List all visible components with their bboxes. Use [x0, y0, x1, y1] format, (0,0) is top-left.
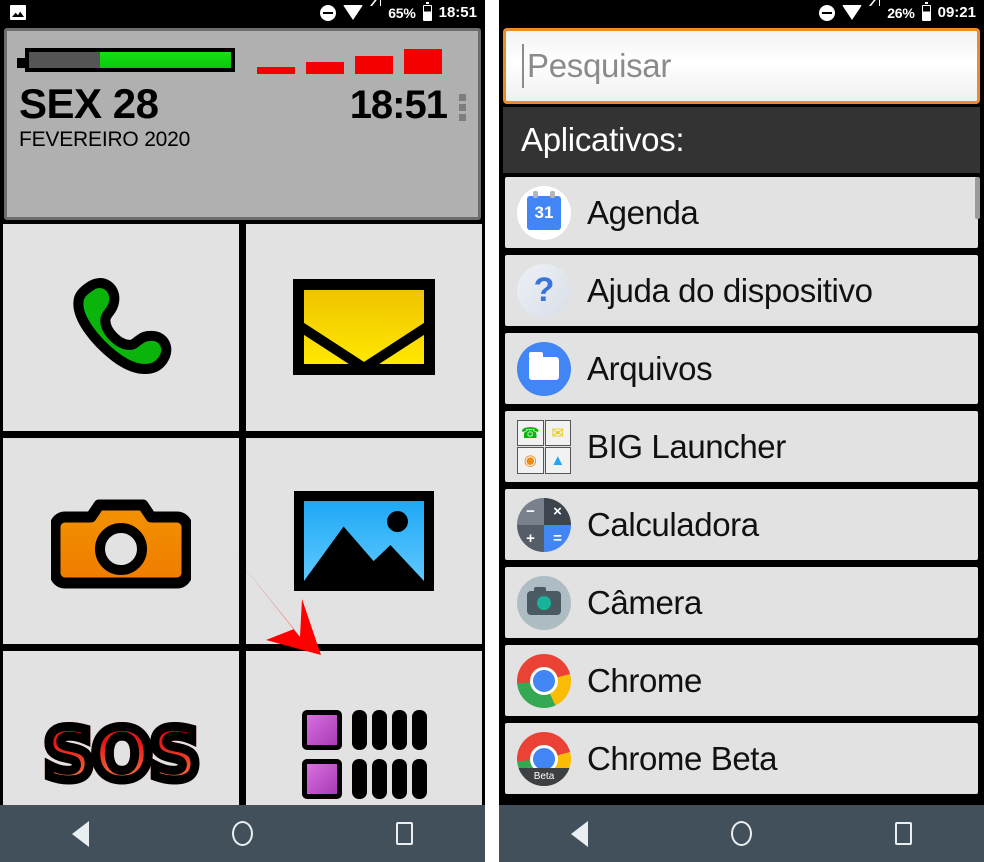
list-item[interactable]: Beta Chrome Beta — [503, 721, 980, 796]
more-options-icon[interactable] — [459, 93, 466, 121]
calculator-icon: − × + = — [517, 497, 571, 552]
cell-signal-icon — [370, 0, 382, 20]
list-item[interactable]: Câmera — [503, 565, 980, 640]
right-status-bar: 26% 09:21 — [499, 0, 984, 25]
widget-time-label: 18:51 — [349, 83, 448, 127]
chrome-beta-icon: Beta — [517, 731, 571, 786]
recents-icon[interactable] — [895, 822, 913, 845]
section-header-apps: Aplicativos: — [503, 107, 980, 173]
left-status-bar: 65% 18:51 — [0, 0, 485, 25]
search-placeholder: Pesquisar — [527, 47, 672, 84]
battery-icon — [921, 1, 931, 21]
recents-icon[interactable] — [396, 822, 414, 845]
left-nav-bar — [0, 805, 485, 862]
app-label: Chrome Beta — [587, 739, 778, 777]
beta-badge: Beta — [517, 767, 571, 786]
picture-icon — [294, 491, 434, 591]
list-item[interactable]: Arquivos — [503, 331, 980, 406]
question-mark-icon: ? — [517, 263, 571, 318]
cell-signal-icon — [869, 0, 881, 20]
battery-percent-label: 26% — [887, 4, 915, 21]
envelope-icon — [293, 279, 435, 376]
vertical-scrollbar[interactable] — [975, 177, 980, 219]
tile-camera[interactable] — [1, 435, 241, 647]
status-clock: 09:21 — [937, 4, 976, 21]
list-item[interactable]: Chrome — [503, 643, 980, 718]
wifi-icon — [842, 5, 863, 20]
screenshot-icon — [10, 5, 26, 20]
app-label: Ajuda do dispositivo — [587, 271, 873, 309]
right-nav-bar — [499, 805, 984, 862]
home-icon[interactable] — [730, 821, 752, 846]
do-not-disturb-icon — [819, 4, 836, 21]
widget-month-label: FEVEREIRO 2020 — [19, 128, 191, 151]
text-caret — [522, 44, 524, 88]
sos-text-icon: SOS — [39, 709, 204, 800]
list-item[interactable]: − × + = Calculadora — [503, 487, 980, 562]
app-label: Calculadora — [587, 505, 759, 543]
home-screen-body: SEX 28 18:51 FEVEREIRO 2020 SOS — [0, 25, 485, 862]
widget-indicators-row — [17, 45, 466, 75]
home-icon[interactable] — [231, 821, 253, 846]
app-drawer-body: Pesquisar Aplicativos: 31 Agenda ? Ajuda… — [499, 25, 984, 862]
big-launcher-icon: ☎ ✉ ◉ ▲ — [517, 419, 571, 474]
signal-strength-bars — [257, 46, 442, 74]
calendar-day-number: 31 — [527, 190, 561, 230]
search-area: Pesquisar — [499, 25, 984, 104]
right-phone-screen: 26% 09:21 Pesquisar Aplicativos: 31 Agen… — [499, 0, 984, 862]
tile-row-1 — [1, 222, 484, 433]
widget-date-time-row: SEX 28 18:51 — [19, 80, 466, 128]
search-input[interactable]: Pesquisar — [503, 28, 980, 104]
left-phone-screen: 65% 18:51 SEX 28 18:51 FEVEREIRO 2020 SO… — [0, 0, 485, 862]
list-item[interactable]: ☎ ✉ ◉ ▲ BIG Launcher — [503, 409, 980, 484]
battery-level-bar — [17, 48, 235, 72]
phone-handset-icon — [73, 278, 172, 375]
tile-messages[interactable] — [244, 222, 484, 433]
dual-screenshot-container: 65% 18:51 SEX 28 18:51 FEVEREIRO 2020 SO… — [0, 0, 984, 862]
tile-gallery[interactable] — [244, 435, 484, 647]
list-item[interactable]: 31 Agenda — [503, 175, 980, 250]
status-clock: 18:51 — [438, 4, 477, 21]
apps-grid-icon — [301, 710, 427, 800]
do-not-disturb-icon — [320, 4, 337, 21]
back-icon[interactable] — [71, 820, 89, 847]
widget-day-label: SEX 28 — [19, 80, 159, 127]
app-label: BIG Launcher — [587, 427, 786, 465]
app-label: Agenda — [587, 193, 699, 231]
back-icon[interactable] — [570, 820, 588, 847]
camera-icon — [517, 575, 571, 630]
battery-percent-label: 65% — [388, 4, 416, 21]
battery-icon — [422, 1, 432, 21]
panel-divider — [485, 0, 499, 862]
camera-icon — [51, 499, 191, 589]
app-label: Chrome — [587, 661, 702, 699]
folder-icon — [517, 341, 571, 396]
list-item[interactable]: ? Ajuda do dispositivo — [503, 253, 980, 328]
clock-status-widget[interactable]: SEX 28 18:51 FEVEREIRO 2020 — [4, 28, 481, 220]
app-label: Arquivos — [587, 349, 713, 387]
tile-phone[interactable] — [1, 222, 241, 433]
section-header-label: Aplicativos: — [521, 121, 685, 158]
wifi-icon — [343, 5, 364, 20]
home-tile-grid: SOS — [0, 222, 485, 862]
calendar-icon: 31 — [517, 185, 571, 240]
chrome-icon — [517, 653, 571, 708]
tile-row-2 — [1, 435, 484, 647]
app-list[interactable]: 31 Agenda ? Ajuda do dispositivo Arquivo… — [503, 175, 980, 862]
app-label: Câmera — [587, 583, 702, 621]
